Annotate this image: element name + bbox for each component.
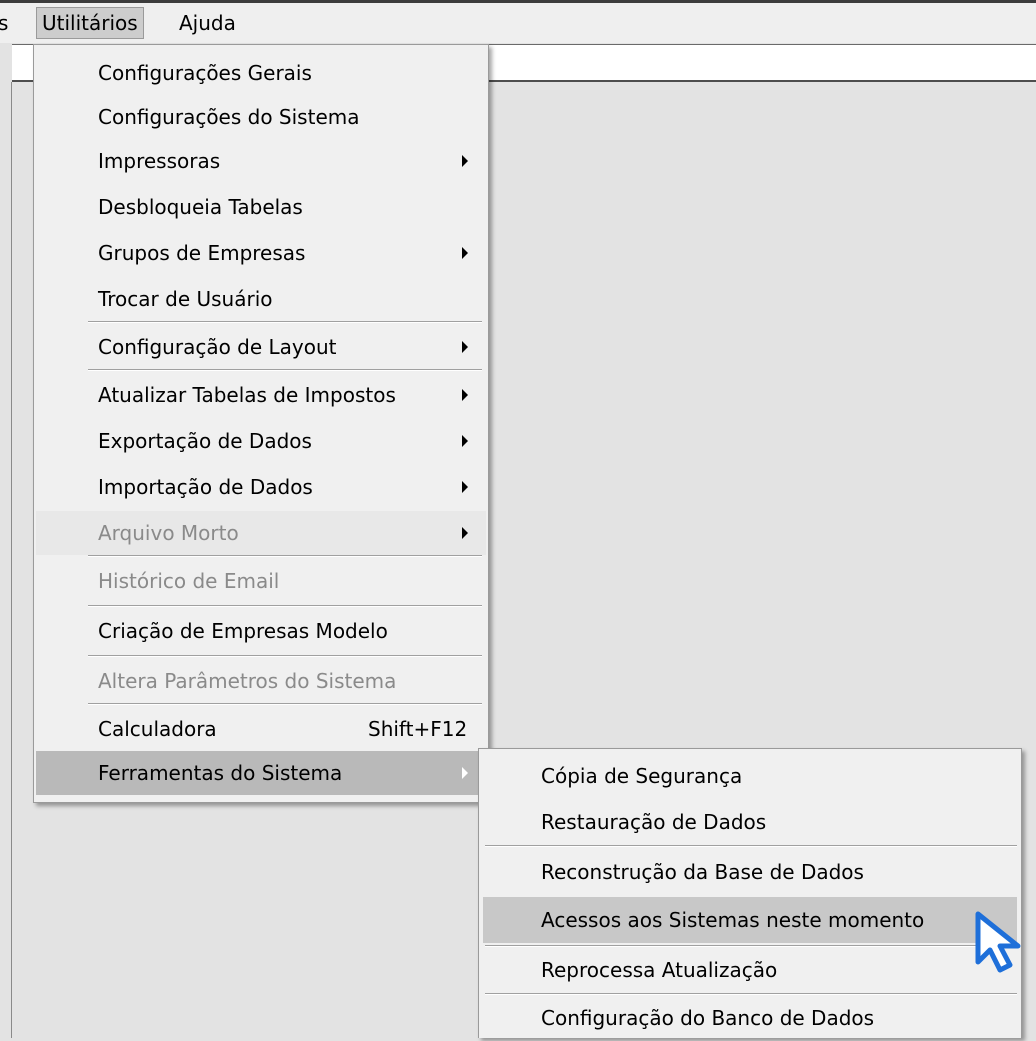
menu-item-label: Reprocessa Atualização xyxy=(541,958,778,982)
menu-item-label: Desbloqueia Tabelas xyxy=(98,195,303,219)
submenu-arrow-icon xyxy=(462,527,468,539)
ferramentas-submenu: Cópia de Segurança Restauração de Dados … xyxy=(478,748,1022,1038)
menu-item-impressoras[interactable]: Impressoras xyxy=(36,139,486,183)
menu-separator xyxy=(485,845,1017,847)
menu-item-label: Cópia de Segurança xyxy=(541,764,743,788)
menu-item-importacao-de-dados[interactable]: Importação de Dados xyxy=(36,465,486,509)
menu-item-label: Configurações Gerais xyxy=(98,61,312,85)
menu-separator xyxy=(88,703,482,705)
menu-item-configuracoes-do-sistema[interactable]: Configurações do Sistema xyxy=(36,95,486,139)
mouse-pointer-icon xyxy=(975,911,1021,973)
menu-item-arquivo-morto: Arquivo Morto xyxy=(36,511,486,555)
menu-item-label: Grupos de Empresas xyxy=(98,241,306,265)
submenu-item-restauracao-de-dados[interactable]: Restauração de Dados xyxy=(483,799,1017,845)
submenu-item-reprocessa-atualizacao[interactable]: Reprocessa Atualização xyxy=(483,947,1017,993)
menu-item-label: Importação de Dados xyxy=(98,475,313,499)
submenu-item-acessos-aos-sistemas[interactable]: Acessos aos Sistemas neste momento xyxy=(483,897,1017,943)
menubar-item-utilitarios[interactable]: Utilitários xyxy=(36,7,144,39)
menu-item-calculadora[interactable]: Calculadora Shift+F12 xyxy=(36,707,486,751)
menu-item-grupos-de-empresas[interactable]: Grupos de Empresas xyxy=(36,231,486,275)
submenu-arrow-icon xyxy=(462,155,468,167)
submenu-arrow-icon xyxy=(462,341,468,353)
menu-item-label: Exportação de Dados xyxy=(98,429,312,453)
submenu-arrow-icon xyxy=(462,481,468,493)
menu-item-label: Impressoras xyxy=(98,149,221,173)
menu-item-exportacao-de-dados[interactable]: Exportação de Dados xyxy=(36,419,486,463)
menu-item-label: Restauração de Dados xyxy=(541,810,767,834)
menu-item-altera-parametros-do-sistema: Altera Parâmetros do Sistema xyxy=(36,659,486,703)
menu-separator xyxy=(88,605,482,607)
menu-item-ferramentas-do-sistema[interactable]: Ferramentas do Sistema xyxy=(36,751,486,795)
menu-separator xyxy=(88,655,482,657)
menu-item-trocar-de-usuario[interactable]: Trocar de Usuário xyxy=(36,277,486,321)
menu-item-label: Trocar de Usuário xyxy=(98,287,273,311)
menu-separator xyxy=(88,321,482,323)
menu-bar: s Utilitários Ajuda xyxy=(0,3,1036,43)
menubar-item-ajuda[interactable]: Ajuda xyxy=(173,8,242,38)
menu-item-label: Configuração de Layout xyxy=(98,335,337,359)
menu-item-criacao-de-empresas-modelo[interactable]: Criação de Empresas Modelo xyxy=(36,609,486,653)
submenu-arrow-icon xyxy=(462,389,468,401)
menu-item-label: Acessos aos Sistemas neste momento xyxy=(541,908,925,932)
menu-item-label: Calculadora xyxy=(98,717,217,741)
menubar-item-previous[interactable]: s xyxy=(0,8,8,38)
submenu-arrow-icon xyxy=(462,247,468,259)
utilitarios-dropdown-menu: Configurações Gerais Configurações do Si… xyxy=(33,44,489,803)
submenu-item-configuracao-do-banco-de-dados[interactable]: Configuração do Banco de Dados xyxy=(483,995,1017,1041)
submenu-item-reconstrucao-da-base-de-dados[interactable]: Reconstrução da Base de Dados xyxy=(483,849,1017,895)
menu-item-label: Altera Parâmetros do Sistema xyxy=(98,669,397,693)
menu-item-label: Configurações do Sistema xyxy=(98,105,360,129)
menu-item-label: Reconstrução da Base de Dados xyxy=(541,860,864,884)
menu-item-historico-de-email: Histórico de Email xyxy=(36,559,486,603)
submenu-arrow-icon xyxy=(462,435,468,447)
menu-separator xyxy=(88,369,482,371)
menu-item-atualizar-tabelas-de-impostos[interactable]: Atualizar Tabelas de Impostos xyxy=(36,373,486,417)
menu-item-configuracao-de-layout[interactable]: Configuração de Layout xyxy=(36,325,486,369)
menu-item-desbloqueia-tabelas[interactable]: Desbloqueia Tabelas xyxy=(36,185,486,229)
menu-item-label: Arquivo Morto xyxy=(98,521,239,545)
submenu-arrow-icon xyxy=(462,767,468,779)
submenu-item-copia-de-seguranca[interactable]: Cópia de Segurança xyxy=(483,753,1017,799)
menu-item-label: Ferramentas do Sistema xyxy=(98,761,343,785)
menu-item-label: Criação de Empresas Modelo xyxy=(98,619,388,643)
menu-item-label: Atualizar Tabelas de Impostos xyxy=(98,383,396,407)
shortcut-label: Shift+F12 xyxy=(368,717,468,741)
menu-item-label: Configuração do Banco de Dados xyxy=(541,1006,875,1030)
menu-item-configuracoes-gerais[interactable]: Configurações Gerais xyxy=(36,51,486,95)
menu-separator xyxy=(88,555,482,557)
menu-item-label: Histórico de Email xyxy=(98,569,280,593)
window-left-edge xyxy=(11,82,12,1038)
